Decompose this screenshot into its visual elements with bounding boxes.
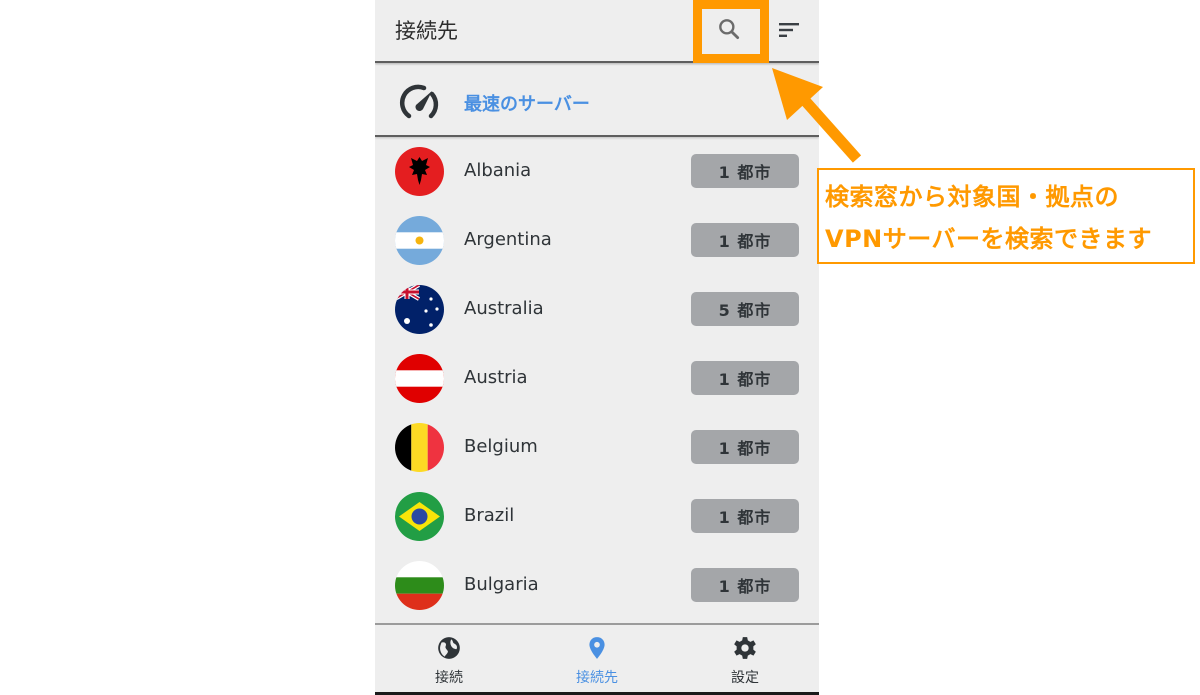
page-title: 接続先 — [395, 19, 458, 43]
bottom-navigation: 接続 接続先 設定 — [375, 623, 819, 695]
annotation-callout: 検索窓から対象国・拠点の VPNサーバーを検索できます — [817, 168, 1195, 264]
country-row-bulgaria[interactable]: Bulgaria 1 都市 — [375, 551, 819, 620]
nav-label: 接続先 — [576, 670, 618, 686]
country-name: Belgium — [464, 436, 538, 457]
search-highlight-box — [693, 0, 769, 63]
brazil-flag — [395, 492, 444, 541]
fastest-server-row[interactable]: 最速のサーバー — [375, 65, 819, 137]
argentina-flag — [395, 216, 444, 265]
city-count-badge[interactable]: 1 都市 — [691, 568, 799, 602]
country-row-belgium[interactable]: Belgium 1 都市 — [375, 413, 819, 482]
phone-screen: 接続先 最速のサーバー Albania 1 都市 Argentina 1 都市 … — [375, 0, 819, 695]
fastest-server-label: 最速のサーバー — [464, 94, 590, 115]
country-row-albania[interactable]: Albania 1 都市 — [375, 137, 819, 206]
country-list: Albania 1 都市 Argentina 1 都市 Australia 5 … — [375, 137, 819, 620]
austria-flag — [395, 354, 444, 403]
country-name: Bulgaria — [464, 574, 539, 595]
nav-label: 接続 — [435, 670, 463, 686]
city-count-badge[interactable]: 1 都市 — [691, 430, 799, 464]
country-name: Brazil — [464, 505, 515, 526]
albania-flag — [395, 147, 444, 196]
sort-icon — [779, 23, 799, 37]
nav-tab-destinations[interactable]: 接続先 — [547, 635, 647, 690]
nav-tab-settings[interactable]: 設定 — [695, 635, 795, 690]
belgium-flag — [395, 423, 444, 472]
country-name: Argentina — [464, 229, 552, 250]
country-name: Australia — [464, 298, 544, 319]
city-count-badge[interactable]: 1 都市 — [691, 499, 799, 533]
country-row-brazil[interactable]: Brazil 1 都市 — [375, 482, 819, 551]
annotation-line-1: 検索窓から対象国・拠点の — [825, 183, 1119, 211]
annotation-arrow-icon — [772, 68, 862, 163]
speedometer-icon — [400, 84, 439, 119]
bulgaria-flag — [395, 561, 444, 610]
nav-label: 設定 — [731, 670, 759, 686]
location-pin-icon — [589, 637, 605, 659]
city-count-badge[interactable]: 1 都市 — [691, 361, 799, 395]
country-name: Austria — [464, 367, 528, 388]
country-row-austria[interactable]: Austria 1 都市 — [375, 344, 819, 413]
globe-icon — [438, 637, 460, 659]
nav-tab-connect[interactable]: 接続 — [399, 635, 499, 690]
city-count-badge[interactable]: 5 都市 — [691, 292, 799, 326]
country-row-australia[interactable]: Australia 5 都市 — [375, 275, 819, 344]
country-row-argentina[interactable]: Argentina 1 都市 — [375, 206, 819, 275]
sort-button[interactable] — [775, 16, 803, 44]
australia-flag — [395, 285, 444, 334]
city-count-badge[interactable]: 1 都市 — [691, 223, 799, 257]
gear-icon — [734, 637, 756, 659]
annotation-line-2: VPNサーバーを検索できます — [825, 225, 1153, 253]
country-name: Albania — [464, 160, 532, 181]
